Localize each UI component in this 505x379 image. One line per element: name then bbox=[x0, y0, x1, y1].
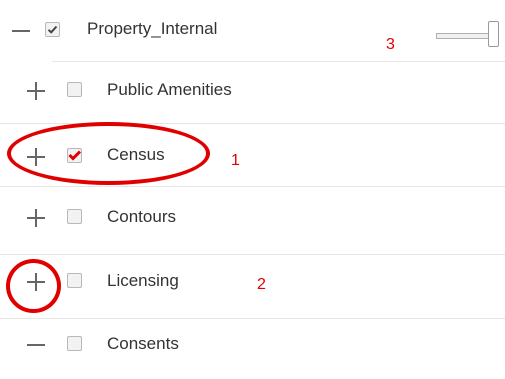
layer-row-census: Census bbox=[0, 124, 505, 184]
expand-icon[interactable] bbox=[27, 273, 45, 291]
expand-icon[interactable] bbox=[27, 209, 45, 227]
layer-label: Census bbox=[107, 145, 165, 164]
checkmark-icon bbox=[68, 150, 81, 161]
layer-checkbox[interactable] bbox=[67, 148, 82, 163]
layer-label: Licensing bbox=[107, 271, 179, 290]
layer-checkbox[interactable] bbox=[67, 336, 82, 351]
layer-row-licensing: Licensing bbox=[0, 255, 505, 315]
layer-label: Public Amenities bbox=[107, 80, 232, 99]
layer-row-property-internal: Property_Internal bbox=[0, 0, 505, 60]
annotation-number-1: 1 bbox=[231, 152, 240, 169]
layer-label: Property_Internal bbox=[87, 19, 218, 38]
expand-icon[interactable] bbox=[27, 82, 45, 100]
opacity-slider-track[interactable] bbox=[436, 33, 492, 39]
annotation-number-2: 2 bbox=[257, 276, 266, 293]
annotation-number-3: 3 bbox=[386, 36, 395, 53]
checkmark-icon bbox=[47, 25, 58, 34]
layer-checkbox[interactable] bbox=[45, 22, 60, 37]
layer-label: Consents bbox=[107, 334, 179, 353]
layer-checkbox[interactable] bbox=[67, 209, 82, 224]
collapse-icon[interactable] bbox=[27, 336, 45, 354]
layer-checkbox[interactable] bbox=[67, 82, 82, 97]
layer-checkbox[interactable] bbox=[67, 273, 82, 288]
layer-row-public-amenities: Public Amenities bbox=[0, 62, 505, 122]
layer-row-contours: Contours bbox=[0, 187, 505, 247]
collapse-icon[interactable] bbox=[12, 22, 30, 40]
expand-icon[interactable] bbox=[27, 148, 45, 166]
opacity-slider-handle[interactable] bbox=[488, 21, 499, 47]
layer-row-consents: Consents bbox=[0, 319, 505, 379]
layer-label: Contours bbox=[107, 207, 176, 226]
